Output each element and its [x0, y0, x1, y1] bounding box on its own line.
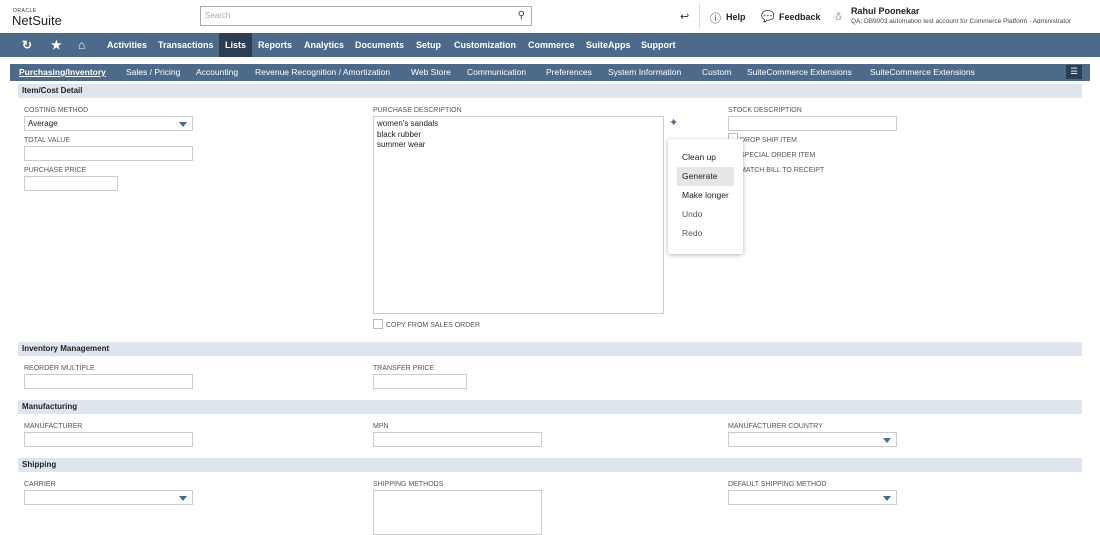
- nav-activities[interactable]: Activities: [101, 33, 153, 57]
- tab-suitecommerce-extensions-2[interactable]: SuiteCommerce Extensions: [870, 64, 975, 81]
- manufacturer-country-label: MANUFACTURER COUNTRY: [728, 423, 823, 430]
- tab-web-store[interactable]: Web Store: [411, 64, 451, 81]
- subtabs: Purchasing/Inventory Sales / Pricing Acc…: [10, 64, 1090, 81]
- tab-suitecommerce-extensions[interactable]: SuiteCommerce Extensions: [747, 64, 852, 81]
- section-item-cost-detail[interactable]: Item/Cost Detail: [18, 84, 1082, 98]
- user-name[interactable]: Rahul Poonekar: [851, 6, 920, 16]
- help-link[interactable]: Help: [726, 12, 746, 22]
- user-roles-icon[interactable]: ☃: [833, 10, 843, 23]
- recent-records-icon[interactable]: ↩: [680, 10, 689, 23]
- menu-generate[interactable]: Generate: [677, 167, 734, 186]
- manufacturer-input[interactable]: [24, 432, 193, 447]
- nav-documents[interactable]: Documents: [349, 33, 410, 57]
- costing-method-label: COSTING METHOD: [24, 107, 89, 114]
- feedback-icon[interactable]: 💬: [761, 10, 775, 23]
- menu-clean-up[interactable]: Clean up: [677, 148, 734, 167]
- purchase-description-label: PURCHASE DESCRIPTION: [373, 107, 462, 114]
- purchase-description-textarea[interactable]: women's sandals black rubber summer wear: [373, 116, 664, 314]
- default-shipping-method-label: DEFAULT SHIPPING METHOD: [728, 481, 827, 488]
- copy-from-sales-order-checkbox[interactable]: [373, 319, 383, 329]
- logo-netsuite[interactable]: NetSuite: [12, 13, 62, 28]
- tab-revenue-recognition[interactable]: Revenue Recognition / Amortization: [255, 64, 390, 81]
- nav-reports[interactable]: Reports: [252, 33, 298, 57]
- section-manufacturing[interactable]: Manufacturing: [18, 400, 1082, 414]
- menu-redo[interactable]: Redo: [677, 224, 734, 243]
- nav-transactions[interactable]: Transactions: [152, 33, 220, 57]
- feedback-link[interactable]: Feedback: [779, 12, 821, 22]
- carrier-label: CARRIER: [24, 481, 56, 488]
- tab-custom[interactable]: Custom: [702, 64, 731, 81]
- mpn-label: MPN: [373, 423, 389, 430]
- section-shipping[interactable]: Shipping: [18, 458, 1082, 472]
- search-input[interactable]: Search ⚲: [200, 6, 532, 26]
- divider: [699, 3, 700, 29]
- total-value-label: TOTAL VALUE: [24, 137, 71, 144]
- copy-from-sales-order-label: COPY FROM SALES ORDER: [386, 322, 481, 329]
- header: ORACLE NetSuite Search ⚲ ↩ ⓘ Help 💬 Feedb…: [0, 0, 1100, 33]
- ai-assist-icon[interactable]: ✦: [669, 116, 678, 129]
- description-line: black rubber: [377, 129, 422, 139]
- search-icon[interactable]: ⚲: [518, 10, 525, 21]
- total-value-input[interactable]: [24, 146, 193, 161]
- purchase-price-input[interactable]: [24, 176, 118, 191]
- recent-icon[interactable]: ↻: [16, 33, 38, 57]
- description-line: summer wear: [377, 140, 426, 149]
- description-line: women's sandals: [377, 119, 439, 128]
- nav-customization[interactable]: Customization: [448, 33, 522, 57]
- tab-communication[interactable]: Communication: [467, 64, 526, 81]
- tab-preferences[interactable]: Preferences: [546, 64, 592, 81]
- transfer-price-input[interactable]: [373, 374, 467, 389]
- main-nav: ↻ ★ ⌂ Activities Transactions Lists Repo…: [0, 33, 1100, 57]
- shipping-methods-label: SHIPPING METHODS: [373, 481, 444, 488]
- special-order-label: SPECIAL ORDER ITEM: [740, 152, 816, 159]
- search-placeholder: Search: [205, 11, 231, 20]
- user-account: QA: DB9003 automation test account for C…: [851, 18, 1072, 25]
- help-icon[interactable]: ⓘ: [710, 10, 721, 26]
- nav-suiteapps[interactable]: SuiteApps: [580, 33, 637, 57]
- mpn-input[interactable]: [373, 432, 542, 447]
- reorder-multiple-label: REORDER MULTIPLE: [24, 365, 95, 372]
- reorder-multiple-input[interactable]: [24, 374, 193, 389]
- manufacturer-country-select[interactable]: [728, 432, 897, 447]
- nav-analytics[interactable]: Analytics: [298, 33, 350, 57]
- default-shipping-method-select[interactable]: [728, 490, 897, 505]
- drop-ship-label: DROP SHIP ITEM: [740, 137, 797, 144]
- nav-support[interactable]: Support: [635, 33, 682, 57]
- section-inventory-management[interactable]: Inventory Management: [18, 342, 1082, 356]
- home-icon[interactable]: ⌂: [72, 33, 91, 57]
- manufacturer-label: MANUFACTURER: [24, 423, 83, 430]
- shipping-methods-multiselect[interactable]: [373, 490, 542, 535]
- match-bill-label: MATCH BILL TO RECEIPT: [740, 167, 825, 174]
- costing-method-select[interactable]: Average: [24, 116, 193, 131]
- nav-lists[interactable]: Lists: [219, 33, 253, 57]
- transfer-price-label: TRANSFER PRICE: [373, 365, 435, 372]
- stock-description-label: STOCK DESCRIPTION: [728, 107, 802, 114]
- stock-description-input[interactable]: [728, 116, 897, 131]
- star-icon[interactable]: ★: [45, 33, 68, 57]
- tab-system-information[interactable]: System Information: [608, 64, 681, 81]
- ai-assist-menu: Clean up Generate Make longer Undo Redo: [668, 139, 743, 254]
- tab-accounting[interactable]: Accounting: [196, 64, 238, 81]
- menu-make-longer[interactable]: Make longer: [677, 186, 734, 205]
- tab-purchasing-inventory[interactable]: Purchasing/Inventory: [19, 64, 106, 81]
- carrier-select[interactable]: [24, 490, 193, 505]
- tab-sales-pricing[interactable]: Sales / Pricing: [126, 64, 180, 81]
- menu-undo[interactable]: Undo: [677, 205, 734, 224]
- tab-layout-icon[interactable]: ☰: [1066, 65, 1082, 79]
- purchase-price-label: PURCHASE PRICE: [24, 167, 87, 174]
- nav-commerce[interactable]: Commerce: [522, 33, 581, 57]
- nav-setup[interactable]: Setup: [410, 33, 447, 57]
